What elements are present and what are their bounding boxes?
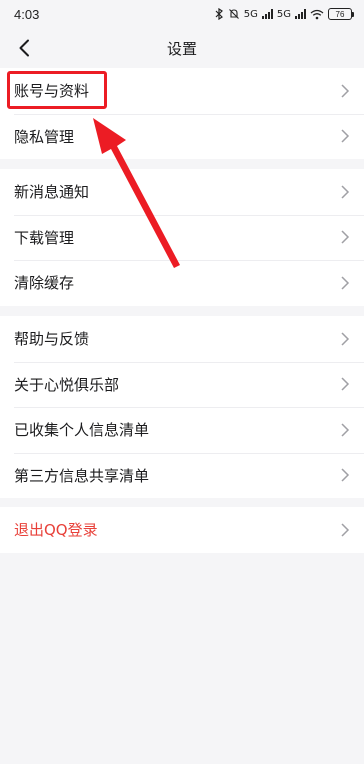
settings-group-logout: 退出QQ登录 bbox=[0, 507, 364, 553]
settings-item-third-party-sharing-list[interactable]: 第三方信息共享清单 bbox=[0, 452, 364, 499]
settings-item-label: 第三方信息共享清单 bbox=[14, 466, 150, 485]
back-arrow-icon bbox=[19, 39, 29, 57]
network-type-label-2: 5G bbox=[276, 8, 291, 20]
chevron-right-icon bbox=[341, 377, 350, 391]
bluetooth-icon bbox=[215, 8, 223, 20]
chevron-right-icon bbox=[341, 468, 350, 482]
settings-item-label: 帮助与反馈 bbox=[14, 330, 90, 349]
settings-item-label: 已收集个人信息清单 bbox=[14, 421, 150, 440]
chevron-right-icon bbox=[341, 129, 350, 143]
settings-item-label: 下载管理 bbox=[14, 228, 75, 247]
settings-group-general: 新消息通知 下载管理 清除缓存 bbox=[0, 169, 364, 306]
settings-item-clear-cache[interactable]: 清除缓存 bbox=[0, 260, 364, 306]
chevron-right-icon bbox=[341, 423, 350, 437]
settings-item-downloads[interactable]: 下载管理 bbox=[0, 214, 364, 261]
settings-item-account-profile[interactable]: 账号与资料 bbox=[0, 68, 364, 114]
mute-bell-icon bbox=[228, 9, 239, 19]
settings-item-privacy[interactable]: 隐私管理 bbox=[0, 113, 364, 160]
settings-item-notifications[interactable]: 新消息通知 bbox=[0, 169, 364, 215]
chevron-right-icon bbox=[341, 523, 350, 537]
back-button[interactable] bbox=[10, 34, 38, 62]
signal-icon-1 bbox=[261, 9, 273, 19]
page-title: 设置 bbox=[166, 39, 197, 58]
status-bar: 4:03 5G 5G 76 bbox=[0, 0, 364, 28]
settings-screen: 4:03 5G 5G 76 设置 账号与资料 隐私管理 新消息通知 下载管理 清… bbox=[0, 0, 364, 764]
signal-icon-2 bbox=[295, 9, 306, 19]
settings-item-label: 清除缓存 bbox=[14, 274, 75, 293]
settings-item-collected-info-list[interactable]: 已收集个人信息清单 bbox=[0, 407, 364, 453]
settings-group-account: 账号与资料 隐私管理 bbox=[0, 68, 364, 159]
settings-item-label: 关于心悦俱乐部 bbox=[14, 375, 120, 394]
battery-level: 76 bbox=[335, 9, 345, 19]
settings-item-label: 隐私管理 bbox=[14, 127, 75, 146]
battery-icon: 76 bbox=[328, 8, 354, 20]
wifi-icon bbox=[310, 9, 324, 19]
status-icons: 5G 5G 76 bbox=[215, 8, 354, 20]
chevron-right-icon bbox=[341, 332, 350, 346]
chevron-right-icon bbox=[341, 84, 350, 98]
settings-item-about-club[interactable]: 关于心悦俱乐部 bbox=[0, 361, 364, 408]
status-time: 4:03 bbox=[14, 6, 40, 22]
logout-label: 退出QQ登录 bbox=[14, 521, 98, 540]
settings-group-about: 帮助与反馈 关于心悦俱乐部 已收集个人信息清单 第三方信息共享清单 bbox=[0, 316, 364, 498]
chevron-right-icon bbox=[341, 185, 350, 199]
chevron-right-icon bbox=[341, 276, 350, 290]
network-type-label: 5G bbox=[243, 8, 258, 20]
logout-button[interactable]: 退出QQ登录 bbox=[0, 507, 364, 553]
settings-item-label: 新消息通知 bbox=[14, 183, 90, 202]
settings-item-help-feedback[interactable]: 帮助与反馈 bbox=[0, 316, 364, 362]
chevron-right-icon bbox=[341, 230, 350, 244]
nav-bar: 设置 bbox=[0, 28, 364, 68]
settings-item-label: 账号与资料 bbox=[14, 82, 90, 101]
